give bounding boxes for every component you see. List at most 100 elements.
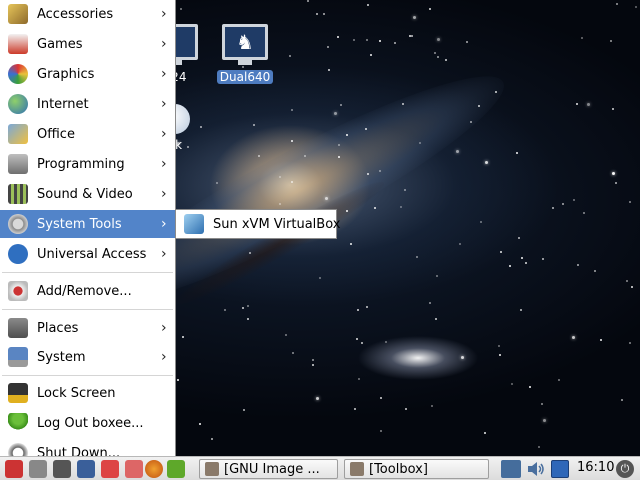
menu-item-office[interactable]: Office › (0, 120, 175, 148)
chevron-right-icon: › (161, 186, 167, 202)
workspace-switcher[interactable] (551, 460, 569, 478)
monitor-icon: ♞ (222, 24, 268, 65)
gnome-foot-icon: ♞ (236, 30, 254, 54)
star (291, 109, 294, 112)
monitor-launcher-icon[interactable] (77, 460, 95, 478)
menu-item-programming[interactable]: Programming › (0, 150, 175, 178)
star (528, 386, 531, 389)
star (561, 202, 564, 205)
star (400, 206, 403, 209)
programming-icon (8, 154, 28, 174)
chevron-right-icon: › (161, 156, 167, 172)
star (609, 40, 612, 43)
task-label: [GNU Image ... (224, 461, 320, 477)
menu-item-accessories[interactable]: Accessories › (0, 0, 175, 28)
network-icon[interactable] (501, 460, 521, 478)
taskbar-button-gimp[interactable]: [GNU Image ... (199, 459, 338, 479)
menu-item-sound-video[interactable]: Sound & Video › (0, 180, 175, 208)
star (334, 111, 338, 115)
taskbar-button-toolbox[interactable]: [Toolbox] (344, 459, 489, 479)
menu-item-system[interactable]: System › (0, 343, 175, 371)
star (576, 103, 578, 106)
menu-item-label: Lock Screen (37, 385, 116, 401)
star (278, 202, 281, 205)
chevron-right-icon: › (161, 36, 167, 52)
desktop-icon-dual640[interactable]: ♞ Dual640 (214, 24, 276, 84)
launcher-icon[interactable] (5, 460, 23, 478)
system-tools-icon (8, 214, 28, 234)
star (358, 378, 361, 381)
terminal-icon[interactable] (53, 460, 71, 478)
gimp-icon (205, 462, 219, 476)
menu-item-log-out[interactable]: Log Out boxee... (0, 409, 175, 437)
chevron-right-icon: › (161, 6, 167, 22)
chevron-right-icon: › (161, 66, 167, 82)
star (380, 397, 383, 400)
checkmark-icon[interactable] (167, 460, 185, 478)
star (620, 398, 623, 401)
star (258, 154, 261, 157)
launcher-icon[interactable] (29, 460, 47, 478)
star (339, 103, 342, 106)
menu-item-virtualbox[interactable]: Sun xVM VirtualBox (176, 210, 340, 238)
star (600, 339, 603, 342)
star (384, 340, 387, 343)
star (337, 156, 340, 159)
sound-video-icon (8, 184, 28, 204)
virtualbox-icon (184, 214, 204, 234)
star (629, 200, 632, 203)
internet-icon (8, 94, 28, 114)
volume-icon[interactable] (526, 460, 546, 478)
star (571, 336, 575, 340)
star (582, 211, 585, 214)
launcher-icon[interactable] (125, 460, 143, 478)
power-icon[interactable]: ⏻ (616, 460, 634, 478)
menu-item-games[interactable]: Games › (0, 30, 175, 58)
star (435, 317, 438, 320)
star (378, 40, 381, 43)
task-label: [Toolbox] (369, 461, 428, 477)
star (524, 262, 527, 265)
star (498, 344, 501, 347)
firefox-icon[interactable] (145, 460, 163, 478)
star (540, 403, 543, 406)
star (224, 309, 227, 312)
star (445, 59, 448, 62)
menu-separator (2, 309, 173, 310)
star (241, 306, 244, 309)
star (615, 3, 618, 6)
menu-item-add-remove[interactable]: Add/Remove... (0, 277, 175, 305)
star (577, 264, 580, 267)
menu-item-system-tools[interactable]: System Tools › (0, 210, 175, 238)
star (288, 54, 291, 57)
star (291, 351, 294, 354)
system-tools-submenu: Sun xVM VirtualBox (175, 209, 340, 239)
games-icon (8, 34, 28, 54)
star (394, 41, 397, 44)
star (558, 379, 561, 382)
star (337, 35, 340, 38)
star (631, 285, 634, 288)
menu-item-label: Sound & Video (37, 186, 133, 202)
menu-item-label: Games (37, 36, 83, 52)
mail-icon[interactable] (101, 460, 119, 478)
menu-item-universal-access[interactable]: Universal Access › (0, 240, 175, 268)
menu-item-lock-screen[interactable]: Lock Screen (0, 379, 175, 407)
star (612, 108, 615, 110)
clock[interactable]: 16:10 (577, 460, 614, 475)
star (480, 221, 483, 224)
star (315, 397, 319, 401)
star (416, 256, 419, 259)
star (199, 422, 202, 425)
star (404, 188, 407, 191)
graphics-icon (8, 64, 28, 84)
menu-item-places[interactable]: Places › (0, 314, 175, 342)
menu-item-internet[interactable]: Internet › (0, 90, 175, 118)
menu-item-graphics[interactable]: Graphics › (0, 60, 175, 88)
menu-item-label: Office (37, 126, 75, 142)
log-out-icon (8, 413, 28, 433)
star (247, 318, 250, 321)
star (181, 335, 184, 338)
star (436, 274, 439, 277)
star (352, 39, 355, 42)
